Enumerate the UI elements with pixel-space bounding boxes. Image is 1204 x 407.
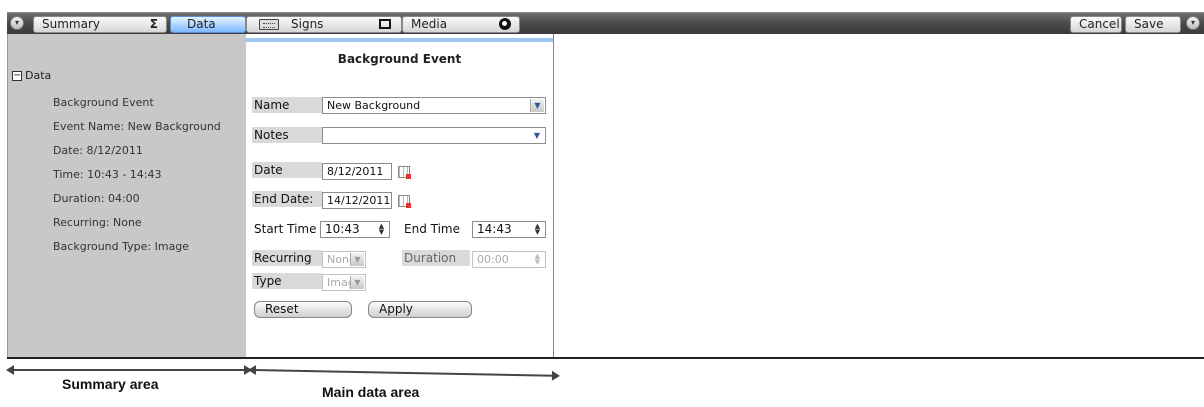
tree-root[interactable]: − Data xyxy=(12,69,51,82)
summary-area-caption: Summary area xyxy=(62,376,159,392)
summary-line: Background Type: Image xyxy=(53,240,190,253)
duration-field[interactable]: 00:00 ▲ ▼ xyxy=(472,251,546,268)
dropdown-arrow-icon[interactable]: ▼ xyxy=(350,276,364,289)
name-value: New Background xyxy=(327,99,421,112)
spinner-icon[interactable]: ▲ ▼ xyxy=(531,253,544,266)
save-button-label: Save xyxy=(1134,17,1164,31)
summary-line: Date: 8/12/2011 xyxy=(53,144,143,157)
start-time-value: 10:43 xyxy=(325,222,360,236)
disc-icon xyxy=(499,18,511,30)
start-time-label: Start Time xyxy=(254,222,317,236)
tab-data-label: Data xyxy=(187,17,216,31)
spinner-icon[interactable]: ▲ ▼ xyxy=(531,223,544,236)
tab-signs[interactable]: Signs xyxy=(246,16,402,33)
cancel-button[interactable]: Cancel xyxy=(1070,16,1122,33)
calendar-icon[interactable] xyxy=(398,195,411,208)
end-time-field[interactable]: 14:43 ▲ ▼ xyxy=(472,221,546,238)
duration-value: 00:00 xyxy=(477,253,509,266)
start-time-field[interactable]: 10:43 ▲ ▼ xyxy=(320,221,390,238)
dropdown-arrow-icon[interactable]: ▼ xyxy=(530,99,544,112)
type-label: Type xyxy=(252,273,322,289)
keyboard-icon xyxy=(259,19,279,30)
tab-summary-label: Summary xyxy=(42,17,100,31)
collapse-icon[interactable]: − xyxy=(12,71,22,81)
notes-label: Notes xyxy=(252,127,322,143)
summary-line: Background Event xyxy=(53,96,154,109)
tab-signs-label: Signs xyxy=(291,17,324,31)
tab-media-label: Media xyxy=(411,17,448,31)
date-label: Date xyxy=(252,162,322,178)
toolbar: ▾ Summary Σ Data Signs Media Cancel Save… xyxy=(7,12,1204,34)
summary-line: Recurring: None xyxy=(53,216,142,229)
bottom-divider xyxy=(7,357,1204,359)
notes-combo[interactable]: ▼ xyxy=(322,127,546,144)
cancel-button-label: Cancel xyxy=(1079,17,1120,31)
summary-line: Time: 10:43 - 14:43 xyxy=(53,168,162,181)
name-label: Name xyxy=(252,97,322,113)
dropdown-arrow-icon[interactable]: ▼ xyxy=(350,253,364,266)
calendar-icon[interactable] xyxy=(398,166,411,179)
name-combo[interactable]: New Background ▼ xyxy=(322,97,546,114)
end-date-label: End Date: xyxy=(252,191,322,207)
sigma-icon: Σ xyxy=(149,17,158,31)
apply-button[interactable]: Apply xyxy=(368,301,472,318)
form-title: Background Event xyxy=(337,52,462,66)
options-chevron-icon[interactable]: ▾ xyxy=(1186,16,1200,30)
end-time-label: End Time xyxy=(404,222,460,236)
main-data-area-arrow xyxy=(253,369,554,377)
dropdown-arrow-icon[interactable]: ▼ xyxy=(530,129,544,142)
summary-line: Event Name: New Background xyxy=(53,120,221,133)
main-data-panel: Background Event Name New Background ▼ N… xyxy=(246,34,554,358)
tab-summary[interactable]: Summary Σ xyxy=(33,16,167,33)
summary-area-arrow xyxy=(6,365,252,375)
end-time-value: 14:43 xyxy=(477,222,512,236)
date-field[interactable]: 8/12/2011 xyxy=(322,163,392,180)
save-button[interactable]: Save xyxy=(1125,16,1181,33)
summary-panel: − Data Background Event Event Name: New B… xyxy=(7,34,246,358)
type-combo[interactable]: Image ▼ xyxy=(322,274,366,291)
recurring-combo[interactable]: None ▼ xyxy=(322,251,366,268)
square-icon xyxy=(379,19,391,29)
reset-button[interactable]: Reset xyxy=(254,301,352,318)
menu-chevron-icon[interactable]: ▾ xyxy=(10,16,24,30)
tab-data[interactable]: Data xyxy=(170,16,246,33)
main-data-area-caption: Main data area xyxy=(322,384,420,400)
duration-label: Duration xyxy=(402,250,470,266)
tree-root-label: Data xyxy=(25,69,52,82)
recurring-label: Recurring xyxy=(252,250,322,266)
tab-media[interactable]: Media xyxy=(402,16,520,33)
spinner-icon[interactable]: ▲ ▼ xyxy=(375,223,388,236)
end-date-field[interactable]: 14/12/2011 xyxy=(322,192,392,209)
accent-bar xyxy=(246,38,553,42)
summary-line: Duration: 04:00 xyxy=(53,192,140,205)
